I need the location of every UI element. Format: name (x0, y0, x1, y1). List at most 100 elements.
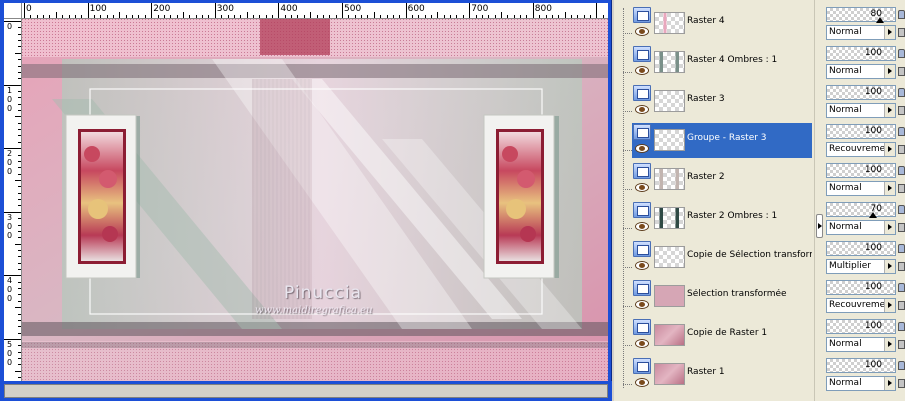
layer-row[interactable]: Copie de Raster 1 (614, 316, 814, 355)
link-icon[interactable] (898, 67, 905, 76)
opacity-slider[interactable]: 100 (826, 163, 896, 178)
lock-transparency-icon[interactable] (898, 127, 905, 136)
layer-properties: 70 Normal (824, 199, 905, 238)
opacity-slider[interactable]: 100 (826, 280, 896, 295)
blend-mode-select[interactable]: Recouvrement (826, 142, 896, 157)
layer-row[interactable]: Raster 2 Ombres : 1 (614, 199, 814, 238)
opacity-slider[interactable]: 100 (826, 46, 896, 61)
layer-row[interactable]: Raster 3 (614, 82, 814, 121)
dropdown-arrow-icon[interactable] (884, 26, 895, 39)
link-icon[interactable] (898, 301, 905, 310)
link-icon[interactable] (898, 28, 905, 37)
blend-mode-select[interactable]: Normal (826, 64, 896, 79)
link-icon[interactable] (898, 379, 905, 388)
ruler-tick (570, 15, 572, 18)
layer-properties: 80 Normal (824, 4, 905, 43)
blend-mode-select[interactable]: Multiplier (826, 259, 896, 274)
dropdown-arrow-icon[interactable] (884, 65, 895, 78)
visibility-eye-icon[interactable] (635, 378, 649, 387)
dropdown-arrow-icon[interactable] (884, 182, 895, 195)
layer-name: Copie de Sélection transformée (687, 250, 812, 260)
visibility-eye-icon[interactable] (635, 105, 649, 114)
lock-transparency-icon[interactable] (898, 322, 905, 331)
ruler-tick (322, 15, 324, 18)
layer-row[interactable]: Sélection transformée (614, 277, 814, 316)
blend-mode-select[interactable]: Recouvrement (826, 298, 896, 313)
visibility-eye-icon[interactable] (635, 183, 649, 192)
link-icon[interactable] (898, 106, 905, 115)
lock-transparency-icon[interactable] (898, 10, 905, 19)
ruler-tick (55, 12, 57, 18)
palette-splitter[interactable] (814, 0, 824, 401)
lock-transparency-icon[interactable] (898, 166, 905, 175)
blend-mode-select[interactable]: Normal (826, 103, 896, 118)
ruler-tick (18, 300, 21, 302)
dropdown-arrow-icon[interactable] (884, 377, 895, 390)
dropdown-arrow-icon[interactable] (884, 338, 895, 351)
ruler-label: 1 (6, 85, 13, 95)
ruler-label: 500 (344, 4, 362, 14)
opacity-slider[interactable]: 100 (826, 358, 896, 373)
dropdown-arrow-icon[interactable] (884, 299, 895, 312)
ruler-tick (87, 3, 89, 18)
link-icon[interactable] (898, 145, 905, 154)
layer-row[interactable]: Raster 2 (614, 160, 814, 199)
lock-transparency-icon[interactable] (898, 49, 905, 58)
visibility-eye-icon[interactable] (635, 339, 649, 348)
lock-transparency-icon[interactable] (898, 88, 905, 97)
lock-transparency-icon[interactable] (898, 361, 905, 370)
opacity-slider[interactable]: 100 (826, 85, 896, 100)
dropdown-arrow-icon[interactable] (884, 260, 895, 273)
layer-row[interactable]: Raster 4 Ombres : 1 (614, 43, 814, 82)
ruler-label: 3 (6, 212, 13, 222)
ruler-tick (18, 313, 21, 315)
ruler-tick (335, 15, 337, 18)
link-icon[interactable] (898, 223, 905, 232)
blend-mode-select[interactable]: Normal (826, 25, 896, 40)
blend-mode-select[interactable]: Normal (826, 181, 896, 196)
ruler-tick (157, 15, 159, 18)
ruler-tick (488, 15, 490, 18)
image-canvas[interactable]: Pinuccia www.maidiregrafica.eu (22, 19, 608, 381)
opacity-slider[interactable]: 100 (826, 124, 896, 139)
visibility-eye-icon[interactable] (635, 261, 649, 270)
link-icon[interactable] (898, 184, 905, 193)
opacity-marker-icon[interactable] (869, 212, 878, 218)
dropdown-arrow-icon[interactable] (884, 221, 895, 234)
visibility-eye-icon[interactable] (635, 222, 649, 231)
link-icon[interactable] (898, 340, 905, 349)
opacity-slider[interactable]: 80 (826, 7, 896, 23)
opacity-slider[interactable]: 70 (826, 202, 896, 218)
layer-properties: 100 Normal (824, 160, 905, 199)
opacity-slider[interactable]: 100 (826, 241, 896, 256)
expand-arrow-icon[interactable] (816, 214, 823, 238)
lock-transparency-icon[interactable] (898, 244, 905, 253)
layer-row[interactable]: Groupe - Raster 3 (614, 121, 814, 160)
opacity-marker-icon[interactable] (875, 17, 884, 23)
blend-mode-select[interactable]: Normal (826, 337, 896, 352)
lock-transparency-icon[interactable] (898, 205, 905, 214)
dropdown-arrow-icon[interactable] (884, 143, 895, 156)
ruler-label: 0 (6, 221, 13, 231)
visibility-eye-icon[interactable] (635, 27, 649, 36)
layer-row[interactable]: Copie de Sélection transformée (614, 238, 814, 277)
blend-mode-select[interactable]: Normal (826, 376, 896, 391)
opacity-value: 100 (864, 321, 882, 331)
ruler-tick (15, 116, 21, 118)
canvas-scrollbar[interactable] (4, 384, 608, 398)
dropdown-arrow-icon[interactable] (884, 104, 895, 117)
blend-mode-select[interactable]: Normal (826, 220, 896, 235)
blend-mode-value: Recouvrement (829, 300, 887, 310)
ruler-tick (291, 15, 293, 18)
lock-transparency-icon[interactable] (898, 283, 905, 292)
visibility-eye-icon[interactable] (635, 144, 649, 153)
layer-row[interactable]: Raster 4 (614, 4, 814, 43)
blend-mode-value: Normal (829, 27, 862, 37)
opacity-slider[interactable]: 100 (826, 319, 896, 334)
visibility-eye-icon[interactable] (635, 66, 649, 75)
layer-row[interactable]: Raster 1 (614, 355, 814, 394)
ruler-tick (49, 15, 51, 18)
ruler-tick (18, 27, 21, 29)
link-icon[interactable] (898, 262, 905, 271)
visibility-eye-icon[interactable] (635, 300, 649, 309)
